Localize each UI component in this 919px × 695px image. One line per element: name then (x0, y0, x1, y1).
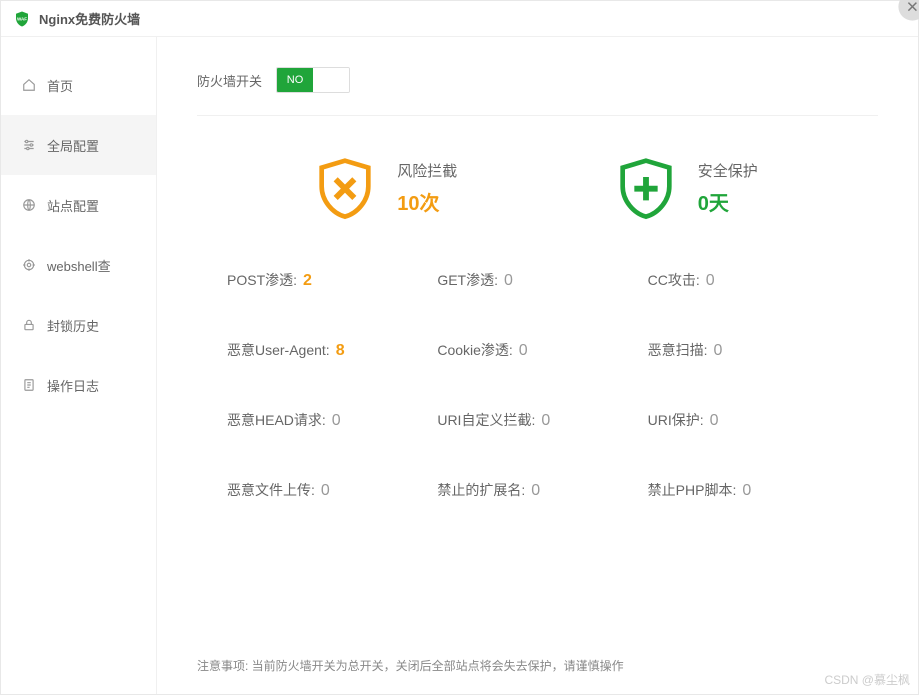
sidebar-item-webshell[interactable]: webshell查 (1, 235, 156, 295)
switch-on-state: NO (277, 68, 313, 92)
stat-item: URI自定义拦截: 0 (437, 410, 637, 430)
svg-text:WAF: WAF (17, 16, 27, 21)
stat-item: GET渗透: 0 (437, 270, 637, 290)
stat-item: 恶意文件上传: 0 (227, 480, 427, 500)
stats-grid: POST渗透: 2 GET渗透: 0 CC攻击: 0 恶意User-Agent: 8 Cooki… (197, 270, 878, 500)
sliders-icon (21, 137, 37, 153)
sidebar-item-label: 站点配置 (47, 196, 99, 215)
safe-unit: 天 (709, 193, 729, 215)
stat-label: 恶意文件上传: (227, 482, 315, 498)
stat-label: 禁止的扩展名: (437, 482, 525, 498)
watermark: CSDN @慕尘枫 (824, 671, 910, 688)
globe-icon (21, 197, 37, 213)
titlebar: WAF Nginx免费防火墙 (1, 1, 918, 37)
stat-label: URI保护: (648, 412, 704, 428)
sidebar: 首页 全局配置 站点配置 webshell查 封锁历史 操作日志 (1, 37, 157, 694)
close-icon[interactable] (898, 0, 919, 21)
lock-icon (21, 317, 37, 333)
hero-risk-block: 风险拦截 10次 (317, 156, 457, 220)
window-title: Nginx免费防火墙 (39, 9, 140, 28)
shield-plus-icon (618, 156, 674, 220)
stat-value: 0 (332, 412, 341, 429)
stat-label: CC攻击: (648, 272, 700, 288)
stat-item: Cookie渗透: 0 (437, 340, 637, 360)
stat-value: 0 (504, 272, 513, 289)
stat-label: 恶意User-Agent: (227, 342, 330, 358)
shield-x-icon (317, 156, 373, 220)
stat-item: CC攻击: 0 (648, 270, 848, 290)
stat-value: 0 (710, 412, 719, 429)
stat-value: 0 (321, 482, 330, 499)
stat-item: URI保护: 0 (648, 410, 848, 430)
stat-label: 恶意扫描: (648, 342, 708, 358)
log-icon (21, 377, 37, 393)
stat-item: POST渗透: 2 (227, 270, 427, 290)
sidebar-item-label: 操作日志 (47, 376, 99, 395)
stat-item: 恶意扫描: 0 (648, 340, 848, 360)
target-icon (21, 257, 37, 273)
stat-value: 8 (336, 342, 345, 359)
stat-label: 禁止PHP脚本: (648, 482, 737, 498)
stat-label: 恶意HEAD请求: (227, 412, 326, 428)
sidebar-item-label: 全局配置 (47, 136, 99, 155)
waf-logo-icon: WAF (13, 10, 31, 28)
stat-item: 恶意User-Agent: 8 (227, 340, 427, 360)
stat-value: 0 (706, 272, 715, 289)
stat-value: 0 (714, 342, 723, 359)
sidebar-item-label: webshell查 (47, 256, 111, 275)
stat-value: 0 (531, 482, 540, 499)
safe-value: 0 (698, 193, 709, 215)
risk-value: 10 (397, 193, 419, 215)
risk-label: 风险拦截 (397, 160, 457, 181)
stat-value: 0 (519, 342, 528, 359)
stat-item: 恶意HEAD请求: 0 (227, 410, 427, 430)
notice-text: 注意事项: 当前防火墙开关为总开关，关闭后全部站点将会失去保护，请谨慎操作 (197, 657, 624, 674)
stat-label: GET渗透: (437, 272, 498, 288)
sidebar-item-block-history[interactable]: 封锁历史 (1, 295, 156, 355)
stat-value: 0 (742, 482, 751, 499)
hero-safe-block: 安全保护 0天 (618, 156, 758, 220)
stat-label: URI自定义拦截: (437, 412, 535, 428)
firewall-switch-label: 防火墙开关 (197, 71, 262, 90)
stat-item: 禁止PHP脚本: 0 (648, 480, 848, 500)
stat-value: 2 (303, 272, 312, 289)
risk-unit: 次 (419, 193, 439, 215)
safe-label: 安全保护 (698, 160, 758, 181)
stat-item: 禁止的扩展名: 0 (437, 480, 637, 500)
sidebar-item-home[interactable]: 首页 (1, 55, 156, 115)
main-content: 防火墙开关 NO 风险拦截 10次 (157, 37, 918, 694)
home-icon (21, 77, 37, 93)
stat-label: POST渗透: (227, 272, 297, 288)
firewall-switch-toggle[interactable]: NO (276, 67, 350, 93)
sidebar-item-label: 封锁历史 (47, 316, 99, 335)
sidebar-item-global-config[interactable]: 全局配置 (1, 115, 156, 175)
sidebar-item-operation-log[interactable]: 操作日志 (1, 355, 156, 415)
sidebar-item-site-config[interactable]: 站点配置 (1, 175, 156, 235)
sidebar-item-label: 首页 (47, 76, 73, 95)
stat-value: 0 (541, 412, 550, 429)
switch-off-state (313, 68, 349, 92)
stat-label: Cookie渗透: (437, 342, 512, 358)
